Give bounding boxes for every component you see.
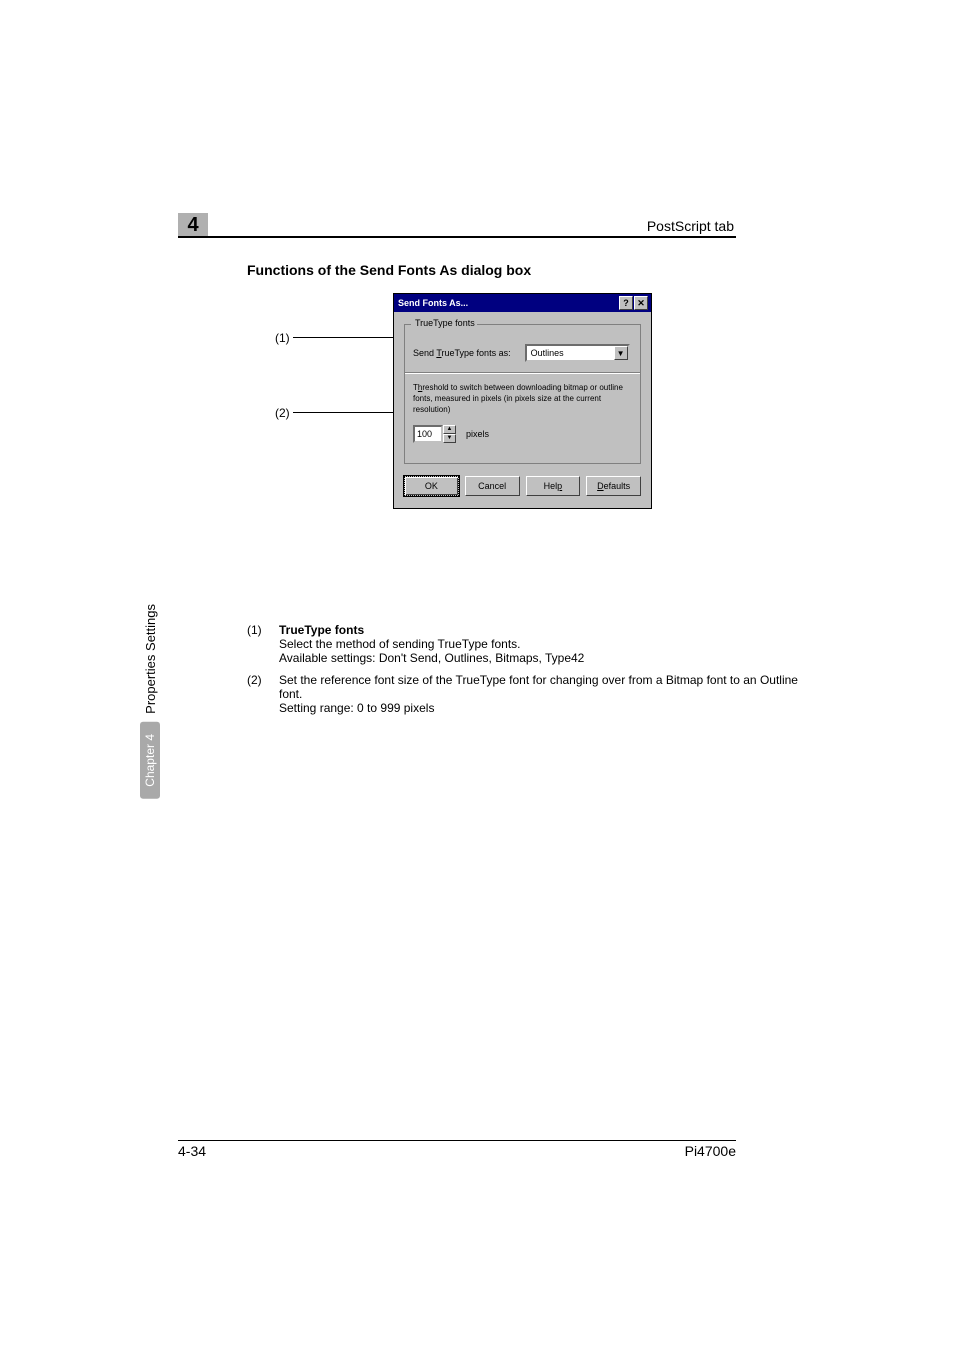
group-legend: TrueType fonts	[413, 318, 477, 328]
callout-2: (2)	[275, 406, 290, 420]
group-divider	[405, 372, 640, 374]
list-line: Set the reference font size of the TrueT…	[279, 673, 804, 701]
truetype-fonts-group: TrueType fonts Send TrueType fonts as: O…	[404, 324, 641, 464]
ok-button[interactable]: OK	[404, 476, 459, 496]
side-tab: Properties Settings Chapter 4	[139, 524, 161, 799]
description-list: (1) TrueType fonts Select the method of …	[247, 623, 804, 723]
threshold-spinner[interactable]: ▲ ▼	[413, 425, 456, 443]
callout-1-line	[293, 337, 403, 338]
dialog-titlebar: Send Fonts As... ? ✕	[394, 294, 651, 312]
header-rule	[178, 236, 736, 238]
list-item: (2) Set the reference font size of the T…	[247, 673, 804, 715]
close-icon[interactable]: ✕	[634, 296, 648, 310]
send-truetype-select[interactable]: Outlines ▼	[525, 344, 630, 362]
section-title: Functions of the Send Fonts As dialog bo…	[247, 262, 531, 278]
send-truetype-label: Send TrueType fonts as:	[413, 348, 511, 358]
page-number: 4-34	[178, 1143, 206, 1159]
list-num-2: (2)	[247, 673, 279, 715]
chevron-down-icon[interactable]: ▼	[614, 346, 628, 360]
side-chapter-chip: Chapter 4	[140, 722, 160, 799]
pixels-label: pixels	[466, 429, 489, 439]
dialog-title: Send Fonts As...	[398, 298, 468, 308]
side-section-label: Properties Settings	[143, 604, 158, 714]
help-button[interactable]: Help	[526, 476, 581, 496]
list-title-1: TrueType fonts	[279, 623, 584, 637]
defaults-button[interactable]: Defaults	[586, 476, 641, 496]
spinner-up-icon[interactable]: ▲	[443, 425, 456, 434]
spinner-down-icon[interactable]: ▼	[443, 434, 456, 443]
callout-2-line	[293, 412, 403, 413]
callout-1: (1)	[275, 331, 290, 345]
help-icon[interactable]: ?	[619, 296, 633, 310]
list-line: Available settings: Don't Send, Outlines…	[279, 651, 584, 665]
page: 4 PostScript tab Functions of the Send F…	[0, 0, 954, 1351]
footer-rule	[178, 1140, 736, 1141]
header-tab-name: PostScript tab	[647, 218, 734, 234]
list-line: Setting range: 0 to 999 pixels	[279, 701, 804, 715]
cancel-button[interactable]: Cancel	[465, 476, 520, 496]
dialog-button-row: OK Cancel Help Defaults	[394, 476, 651, 508]
chapter-number-box: 4	[178, 213, 208, 237]
threshold-description: Threshold to switch between downloading …	[413, 382, 632, 415]
list-num-1: (1)	[247, 623, 279, 665]
list-item: (1) TrueType fonts Select the method of …	[247, 623, 804, 665]
send-fonts-as-dialog: Send Fonts As... ? ✕ TrueType fonts Send…	[393, 293, 652, 509]
select-value: Outlines	[531, 348, 564, 358]
list-line: Select the method of sending TrueType fo…	[279, 637, 584, 651]
footer-model: Pi4700e	[685, 1143, 736, 1159]
threshold-input[interactable]	[413, 425, 443, 443]
